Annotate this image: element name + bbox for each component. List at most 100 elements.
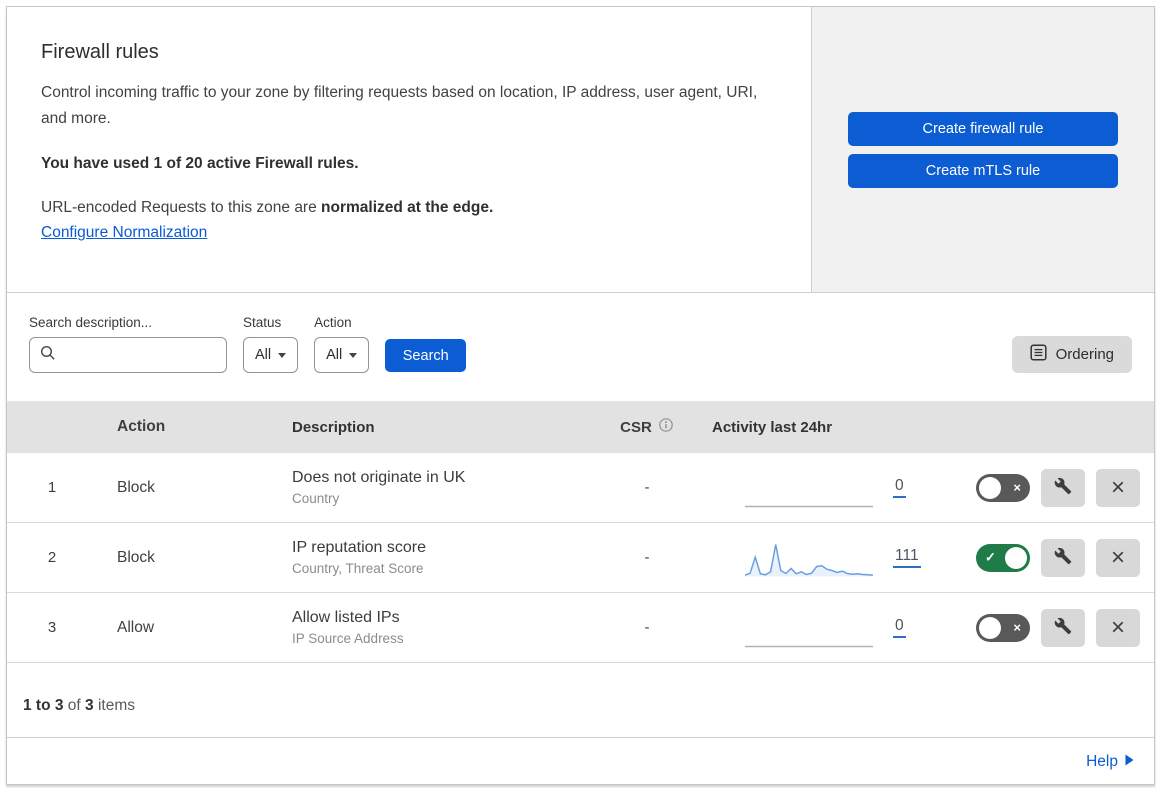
rule-csr-value: -: [644, 619, 650, 636]
rule-criteria: Country, Threat Score: [292, 561, 424, 576]
activity-sparkline: [745, 543, 873, 576]
activity-count-link[interactable]: 111: [893, 547, 921, 568]
search-input-container[interactable]: [29, 337, 245, 373]
status-dropdown-value: All: [255, 347, 272, 363]
ordering-list-icon: [1030, 344, 1047, 365]
header-text-block: Firewall rules Control incoming traffic …: [7, 7, 811, 292]
rule-description: Allow listed IPs: [292, 609, 400, 626]
create-mtls-rule-button[interactable]: Create mTLS rule: [848, 153, 1118, 188]
action-label: Action: [314, 315, 352, 330]
rule-action: Block: [117, 478, 155, 496]
chevron-down-icon: [278, 352, 287, 358]
actions-panel: Create firewall rule Create mTLS rule: [811, 7, 1154, 292]
rule-controls: × ×: [962, 608, 1154, 647]
close-icon: ×: [1110, 613, 1125, 641]
header-section: Firewall rules Control incoming traffic …: [7, 7, 1154, 293]
rule-controls: ✓ ×: [962, 538, 1154, 577]
csr-header-label: CSR: [620, 418, 652, 436]
page-description: Control incoming traffic to your zone by…: [41, 84, 758, 127]
help-bar: Help: [7, 738, 1154, 785]
info-icon[interactable]: [658, 417, 674, 437]
filter-bar: Search description... Status All Action …: [7, 293, 1154, 401]
rule-description-cell: Allow listed IPs IP Source Address: [272, 609, 587, 646]
toggle-state-icon: ✓: [985, 549, 996, 565]
action-dropdown[interactable]: All: [314, 337, 370, 373]
delete-rule-button[interactable]: ×: [1096, 608, 1140, 647]
rule-action: Block: [117, 548, 155, 566]
rule-description: Does not originate in UK: [292, 469, 466, 486]
search-input[interactable]: [64, 347, 245, 363]
rules-table: Action Description CSR Activity last 24h…: [7, 401, 1154, 663]
wrench-icon: [1054, 617, 1072, 638]
activity-count-link[interactable]: 0: [893, 617, 906, 638]
edit-rule-button[interactable]: [1041, 468, 1085, 507]
ordering-button[interactable]: Ordering: [1011, 336, 1132, 373]
toggle-state-icon: ×: [1013, 619, 1021, 635]
normalization-prefix: URL-encoded Requests to this zone are: [41, 199, 322, 217]
toggle-state-icon: ×: [1013, 479, 1021, 495]
column-header-csr: CSR: [587, 417, 707, 437]
edit-rule-button[interactable]: [1041, 608, 1085, 647]
delete-rule-button[interactable]: ×: [1096, 538, 1140, 577]
status-filter-group: Status All: [243, 315, 299, 373]
rule-csr-value: -: [644, 479, 650, 496]
rule-csr-value: -: [644, 549, 650, 566]
action-dropdown-value: All: [326, 347, 343, 363]
rule-controls: × ×: [962, 468, 1154, 507]
normalization-bold: normalized at the edge.: [321, 199, 494, 217]
wrench-icon: [1054, 477, 1072, 498]
items-total: 3: [85, 697, 94, 714]
search-icon: [40, 345, 56, 366]
create-firewall-rule-button[interactable]: Create firewall rule: [848, 111, 1118, 146]
page-title: Firewall rules: [41, 41, 159, 63]
toggle-knob: [979, 476, 1001, 499]
wrench-icon: [1054, 547, 1072, 568]
search-label: Search description...: [29, 315, 153, 330]
table-header-row: Action Description CSR Activity last 24h…: [7, 401, 1154, 453]
items-label: items: [93, 697, 135, 714]
configure-normalization-link[interactable]: Configure Normalization: [41, 224, 207, 242]
toggle-knob: [1005, 546, 1027, 569]
table-row: 1 Block Does not originate in UK Country…: [7, 453, 1154, 523]
rule-action: Allow: [117, 618, 155, 636]
search-button[interactable]: Search: [385, 339, 467, 372]
chevron-down-icon: [349, 352, 358, 358]
normalization-text: URL-encoded Requests to this zone are no…: [41, 199, 771, 217]
items-of-text: of: [63, 697, 86, 714]
help-link-label: Help: [1086, 752, 1118, 770]
help-link[interactable]: Help: [1086, 753, 1134, 771]
rule-number: 3: [47, 619, 57, 636]
rule-criteria: Country: [292, 491, 340, 506]
rule-enabled-toggle[interactable]: ×: [976, 613, 1030, 642]
usage-summary: You have used 1 of 20 active Firewall ru…: [41, 155, 359, 173]
edit-rule-button[interactable]: [1041, 538, 1085, 577]
rule-criteria: IP Source Address: [292, 631, 404, 646]
pagination-summary: 1 to 3 of 3 items: [7, 663, 1154, 738]
rule-activity-cell: 0: [707, 608, 962, 648]
close-icon: ×: [1110, 473, 1125, 501]
firewall-rules-panel: Firewall rules Control incoming traffic …: [6, 6, 1155, 785]
rule-number: 1: [47, 479, 57, 496]
rule-activity-cell: 111: [707, 538, 962, 578]
status-label: Status: [243, 315, 282, 330]
rule-enabled-toggle[interactable]: ×: [976, 473, 1030, 502]
rule-description-cell: IP reputation score Country, Threat Scor…: [272, 539, 587, 576]
items-range: 1 to 3: [23, 697, 64, 714]
ordering-button-label: Ordering: [1055, 346, 1114, 363]
column-header-action: Action: [117, 418, 166, 435]
table-row: 2 Block IP reputation score Country, Thr…: [7, 523, 1154, 593]
toggle-knob: [979, 616, 1001, 639]
rule-enabled-toggle[interactable]: ✓: [976, 543, 1030, 572]
close-icon: ×: [1110, 543, 1125, 571]
activity-sparkline: [745, 645, 873, 647]
table-row: 3 Allow Allow listed IPs IP Source Addre…: [7, 593, 1154, 663]
column-header-activity: Activity last 24hr: [712, 418, 833, 436]
rule-number: 2: [47, 549, 57, 566]
activity-count-link[interactable]: 0: [893, 477, 906, 498]
action-filter-group: Action All: [314, 315, 370, 373]
delete-rule-button[interactable]: ×: [1096, 468, 1140, 507]
status-dropdown[interactable]: All: [243, 337, 299, 373]
search-group: Search description...: [29, 315, 245, 373]
arrow-right-icon: [1125, 753, 1134, 771]
activity-sparkline: [745, 505, 873, 507]
